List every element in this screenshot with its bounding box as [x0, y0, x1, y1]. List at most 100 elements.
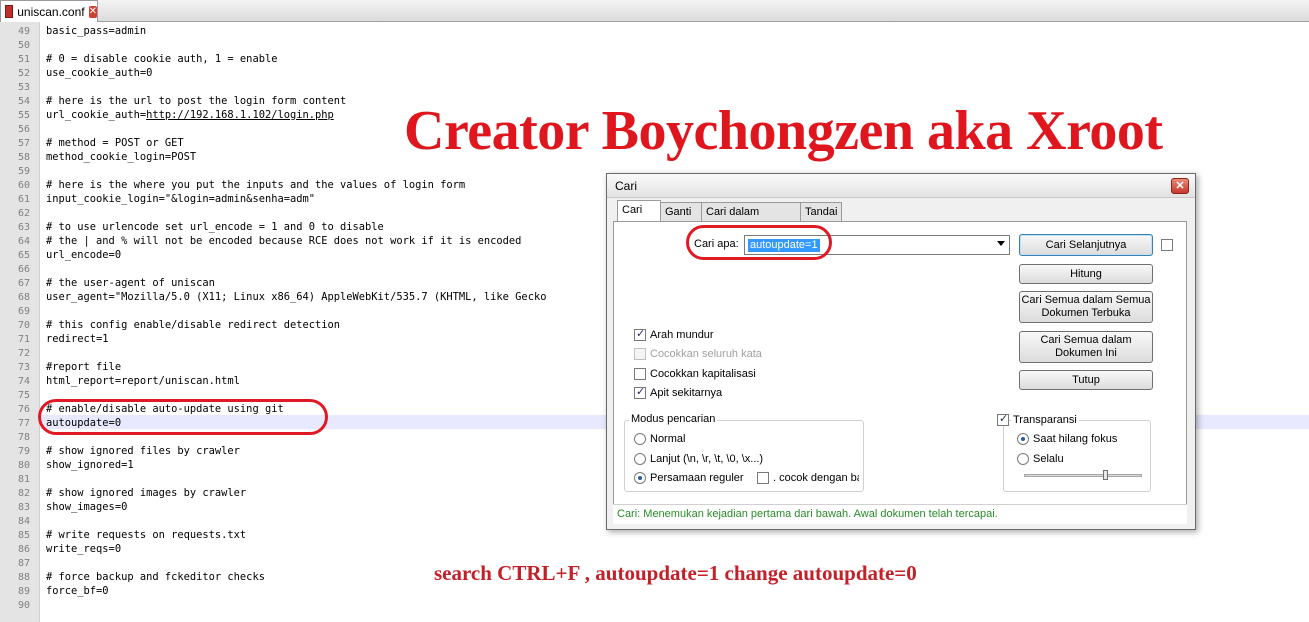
line-number: 73 — [17, 362, 30, 373]
code-line: #report file — [46, 361, 121, 373]
code-line: # to use urlencode set url_encode = 1 an… — [46, 221, 384, 233]
line-number: 57 — [17, 138, 30, 149]
chevron-down-icon[interactable] — [997, 241, 1005, 246]
line-number: 87 — [17, 558, 30, 569]
code-text: # write requests on requests.txt — [46, 529, 247, 541]
dot-matches-newline-checkbox[interactable] — [757, 472, 769, 484]
code-text: # the | and % will not be encoded becaus… — [46, 235, 522, 247]
line-number: 85 — [17, 530, 30, 541]
on-lose-focus-radio[interactable] — [1017, 433, 1029, 445]
line-number-gutter: 49 50 51 52 53 54 55 56 57 58 59 60 61 62 63 64 65 66 67 68… — [0, 22, 40, 622]
mode-regex-radio[interactable] — [634, 472, 646, 484]
code-line: show_images=0 — [46, 501, 127, 513]
transparency-slider-thumb[interactable] — [1103, 470, 1108, 480]
on-lose-focus-label: Saat hilang fokus — [1033, 433, 1118, 445]
find-all-current-line2: Dokumen Ini — [1055, 347, 1117, 359]
line-number: 56 — [17, 124, 30, 135]
line-number: 54 — [17, 96, 30, 107]
code-text: # here is the where you put the inputs a… — [46, 179, 466, 191]
line-number: 53 — [17, 82, 30, 93]
always-label: Selalu — [1033, 453, 1064, 465]
whole-word-label: Cocokkan seluruh kata — [650, 348, 762, 360]
dialog-close-icon[interactable]: ✕ — [1171, 178, 1189, 194]
code-text: # here is the url to post the login form… — [46, 95, 347, 107]
code-line: # force backup and fckeditor checks — [46, 571, 265, 583]
close-button[interactable]: Tutup — [1019, 370, 1153, 390]
line-number: 66 — [17, 264, 30, 275]
backward-checkbox[interactable] — [634, 327, 646, 341]
line-number: 61 — [17, 194, 30, 205]
tab-tandai[interactable]: Tandai — [800, 202, 842, 222]
line-number: 68 — [17, 292, 30, 303]
code-text: show_ignored=1 — [46, 459, 134, 471]
code-text: # force backup and fckeditor checks — [46, 571, 265, 583]
code-text: redirect=1 — [46, 333, 109, 345]
line-number: 59 — [17, 166, 30, 177]
tab-uniscan-conf[interactable]: uniscan.conf ✕ — [0, 0, 98, 22]
close-icon[interactable]: ✕ — [88, 5, 97, 18]
dialog-title: Cari — [615, 179, 638, 193]
line-number: 76 — [17, 404, 30, 415]
status-bar: Cari: Menemukan kejadian pertama dari ba… — [613, 504, 1187, 524]
code-text: user_agent="Mozilla/5.0 (X11; Linux x86_… — [46, 291, 547, 303]
line-number: 67 — [17, 278, 30, 289]
dialog-titlebar[interactable]: Cari ✕ — [607, 174, 1195, 198]
tab-cari-dalam-berkas[interactable]: Cari dalam Berkas — [701, 202, 801, 236]
search-instruction-note: search CTRL+F , autoupdate=1 change auto… — [434, 561, 917, 585]
find-all-current-line1: Cari Semua dalam — [1040, 334, 1132, 346]
code-text: # to use urlencode set url_encode = 1 an… — [46, 221, 384, 233]
tab-ganti[interactable]: Ganti — [660, 202, 702, 222]
find-panel: Cari apa: autoupdate=1 Cari Selanjutnya … — [613, 221, 1187, 524]
code-line: # here is the where you put the inputs a… — [46, 179, 465, 191]
code-text: method_cookie_login=POST — [46, 151, 197, 163]
line-number: 84 — [17, 516, 30, 527]
code-line: # show ignored files by crawler — [46, 445, 240, 457]
code-line: force_bf=0 — [46, 585, 109, 597]
find-all-open-line2: Dokumen Terbuka — [1041, 307, 1131, 319]
line-number: 62 — [17, 208, 30, 219]
code-line: # write requests on requests.txt — [46, 529, 246, 541]
code-text: input_cookie_login="&login=admin&senha=a… — [46, 193, 315, 205]
code-text: html_report=report/uniscan.html — [46, 375, 240, 387]
code-text: # 0 = disable cookie auth, 1 = enable — [46, 53, 278, 65]
find-all-current-doc-button[interactable]: Cari Semua dalam Dokumen Ini — [1019, 331, 1153, 363]
line-number: 50 — [17, 40, 30, 51]
line-number: 52 — [17, 68, 30, 79]
line-number: 70 — [17, 320, 30, 331]
transparency-title: Transparansi — [1011, 414, 1079, 426]
tab-cari[interactable]: Cari — [617, 200, 661, 222]
code-line: # 0 = disable cookie auth, 1 = enable — [46, 53, 277, 65]
transparency-checkbox[interactable] — [997, 412, 1009, 426]
line-number: 81 — [17, 474, 30, 485]
always-radio[interactable] — [1017, 453, 1029, 465]
find-what-highlight-oval — [686, 225, 832, 260]
mode-normal-radio[interactable] — [634, 433, 646, 445]
mode-extended-label: Lanjut (\n, \r, \t, \0, \x...) — [650, 453, 764, 465]
line-number: 82 — [17, 488, 30, 499]
mode-extended-radio[interactable] — [634, 453, 646, 465]
find-next-extra-checkbox[interactable] — [1161, 239, 1173, 251]
mode-regex-label: Persamaan reguler — [650, 472, 744, 484]
line-number: 90 — [17, 600, 30, 611]
line-number: 65 — [17, 250, 30, 261]
find-all-open-docs-button[interactable]: Cari Semua dalam Semua Dokumen Terbuka — [1019, 291, 1153, 323]
code-line: url_cookie_auth=http://192.168.1.102/log… — [46, 109, 334, 121]
code-line: # show ignored images by crawler — [46, 487, 246, 499]
find-next-button[interactable]: Cari Selanjutnya — [1019, 234, 1153, 256]
code-url[interactable]: http://192.168.1.102/login.php — [146, 109, 334, 121]
code-text: # the user-agent of uniscan — [46, 277, 215, 289]
mode-normal-label: Normal — [650, 433, 686, 445]
line-number: 75 — [17, 390, 30, 401]
line-number: 49 — [17, 26, 30, 37]
code-text: show_images=0 — [46, 501, 128, 513]
wrap-around-checkbox[interactable] — [634, 385, 646, 399]
line-number: 72 — [17, 348, 30, 359]
line-number: 86 — [17, 544, 30, 555]
count-button[interactable]: Hitung — [1019, 264, 1153, 284]
line-number: 51 — [17, 54, 30, 65]
match-case-checkbox[interactable] — [634, 368, 646, 380]
transparency-slider[interactable] — [1024, 470, 1142, 480]
code-line: show_ignored=1 — [46, 459, 134, 471]
code-line: method_cookie_login=POST — [46, 151, 196, 163]
code-text: # method = POST or GET — [46, 137, 184, 149]
